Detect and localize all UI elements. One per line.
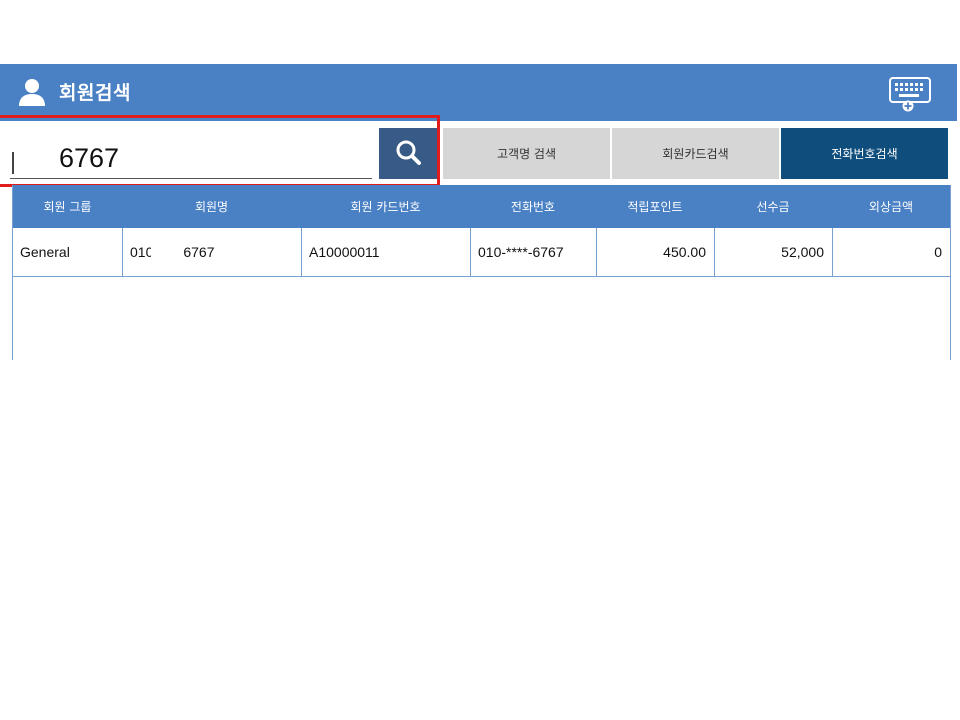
- keyboard-icon[interactable]: [886, 74, 934, 112]
- member-search-window: 회원검색 고객명 검색 회원카드검색 전화번호검색: [0, 64, 957, 360]
- column-header-card[interactable]: 회원 카드번호: [301, 185, 470, 228]
- cell-name: 010 6767: [123, 228, 302, 276]
- column-header-points[interactable]: 적립포인트: [596, 185, 714, 228]
- column-header-name[interactable]: 회원명: [122, 185, 301, 228]
- tab-member-card-search[interactable]: 회원카드검색: [612, 128, 779, 179]
- window-title: 회원검색: [59, 82, 131, 104]
- cell-phone: 010-****-6767: [471, 228, 597, 276]
- cell-credit: 0: [934, 244, 942, 260]
- tab-customer-name-search[interactable]: 고객명 검색: [443, 128, 610, 179]
- text-cursor: [12, 152, 14, 174]
- cell-deposit: 52,000: [715, 228, 833, 276]
- cell-card-number: A10000011: [302, 228, 471, 276]
- title-bar: 회원검색: [0, 64, 957, 121]
- search-icon: [396, 140, 421, 165]
- search-button[interactable]: [379, 128, 438, 179]
- cell-group: General: [13, 228, 123, 276]
- member-table: 회원 그룹 회원명 회원 카드번호 전화번호 적립포인트 선수금 외상금액 Ge…: [12, 185, 951, 360]
- table-header: 회원 그룹 회원명 회원 카드번호 전화번호 적립포인트 선수금 외상금액: [13, 185, 950, 228]
- column-header-group[interactable]: 회원 그룹: [13, 185, 122, 228]
- column-header-deposit[interactable]: 선수금: [714, 185, 832, 228]
- cell-points: 450.00: [597, 228, 715, 276]
- tab-phone-number-search[interactable]: 전화번호검색: [781, 128, 948, 179]
- user-icon: [19, 79, 45, 106]
- cell-name-prefix: 010: [130, 244, 154, 260]
- search-input[interactable]: [57, 138, 361, 178]
- search-field[interactable]: [10, 130, 372, 179]
- table-row[interactable]: General 010 6767 A10000011 010-****-6767…: [13, 228, 950, 277]
- column-header-phone[interactable]: 전화번호: [470, 185, 596, 228]
- cell-name-suffix: 6767: [183, 244, 215, 260]
- column-header-credit[interactable]: 외상금액: [832, 185, 950, 228]
